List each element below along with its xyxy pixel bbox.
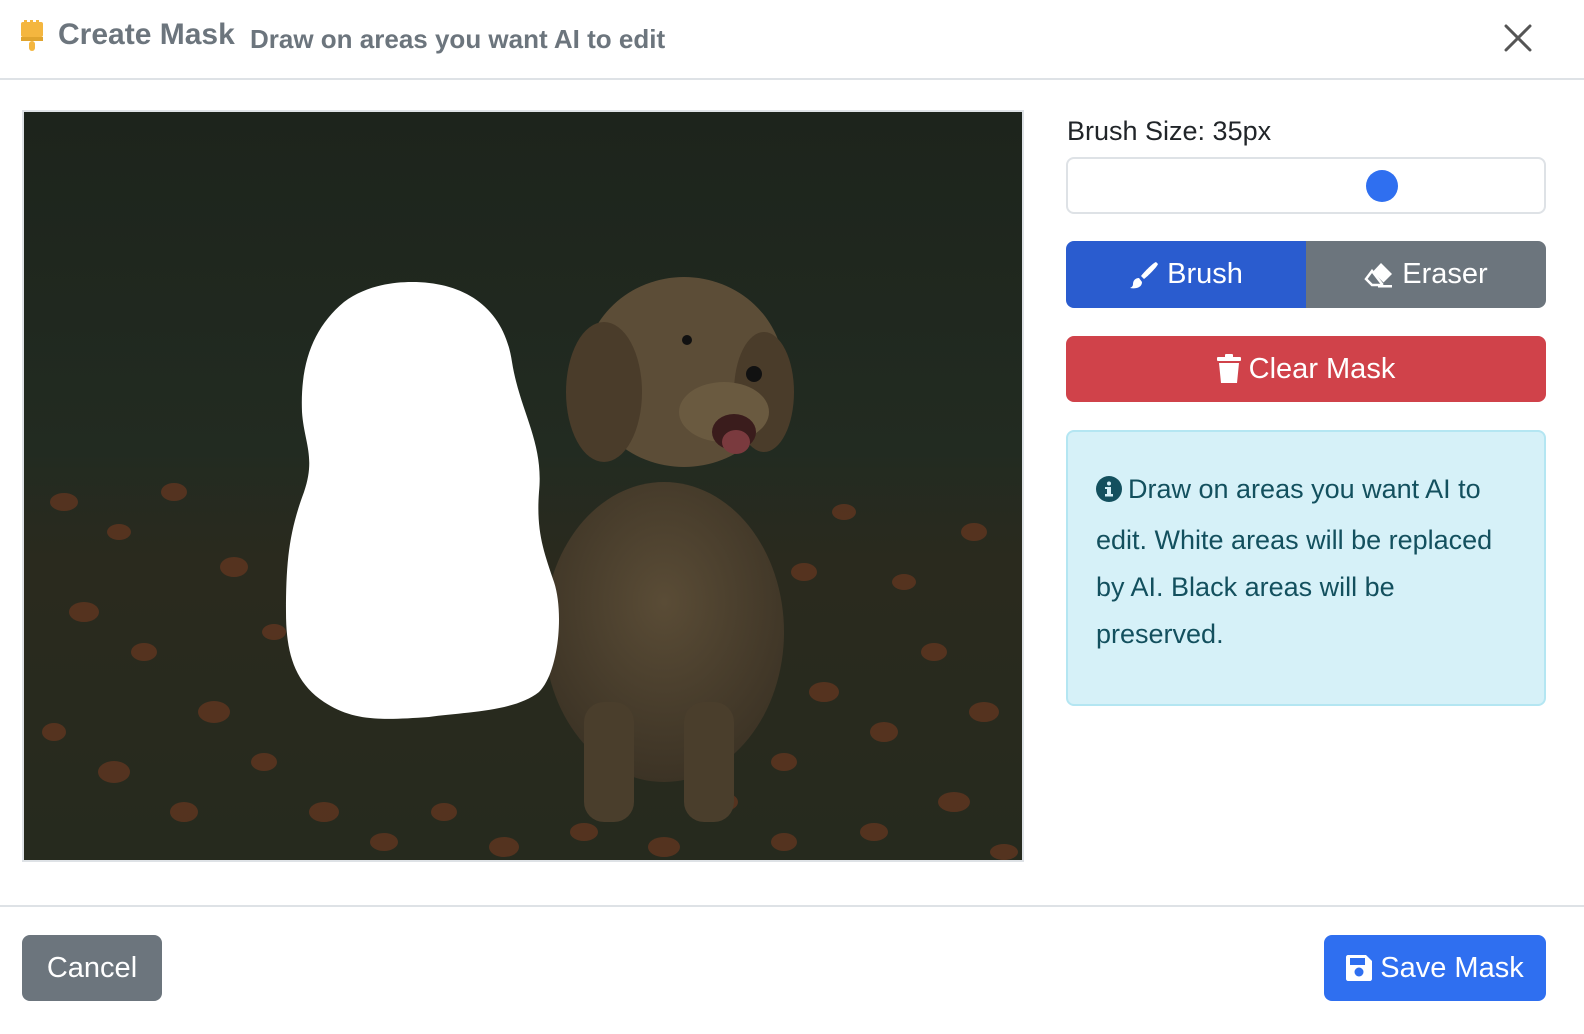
slider-thumb[interactable] bbox=[1366, 170, 1399, 202]
close-button[interactable] bbox=[1496, 18, 1540, 58]
brush-size-slider[interactable] bbox=[1066, 157, 1546, 214]
save-mask-button[interactable]: Save Mask bbox=[1324, 935, 1546, 1001]
clear-mask-button[interactable]: Clear Mask bbox=[1066, 336, 1546, 402]
brush-tool-label: Brush bbox=[1167, 258, 1243, 290]
modal-header: Create Mask Draw on areas you want AI to… bbox=[0, 0, 1584, 80]
paint-brush-icon bbox=[1130, 261, 1159, 288]
modal-title: Create Mask bbox=[58, 18, 235, 51]
clear-mask-label: Clear Mask bbox=[1248, 352, 1396, 385]
eraser-tool-button[interactable]: Eraser bbox=[1306, 241, 1546, 308]
modal-subtitle: Draw on areas you want AI to edit bbox=[250, 24, 666, 54]
info-circle-icon bbox=[1096, 470, 1122, 517]
save-mask-label: Save Mask bbox=[1380, 951, 1524, 984]
brush-size-label: Brush Size: 35px bbox=[1067, 116, 1272, 146]
tool-toggle-group: Brush Eraser bbox=[1066, 241, 1546, 308]
save-icon bbox=[1346, 955, 1373, 981]
paint-brush-icon bbox=[20, 20, 44, 52]
eraser-tool-label: Eraser bbox=[1402, 258, 1488, 290]
cancel-button[interactable]: Cancel bbox=[22, 935, 162, 1001]
info-text: Draw on areas you want AI to edit. White… bbox=[1096, 474, 1493, 649]
info-alert: Draw on areas you want AI to edit. White… bbox=[1066, 430, 1546, 706]
brush-tool-button[interactable]: Brush bbox=[1066, 241, 1306, 308]
canvas-image bbox=[24, 112, 1022, 860]
eraser-icon bbox=[1364, 262, 1393, 287]
trash-icon bbox=[1216, 354, 1241, 383]
close-icon bbox=[1504, 24, 1532, 52]
mask-canvas[interactable] bbox=[22, 110, 1024, 862]
